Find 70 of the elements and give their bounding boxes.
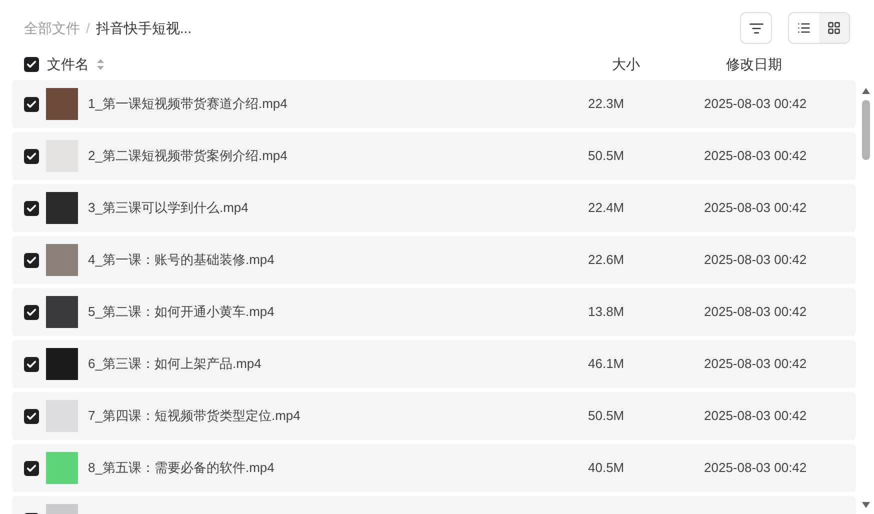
video-thumbnail (46, 296, 78, 328)
file-name: 6_第三课：如何上架产品.mp4 (88, 355, 262, 374)
modified-date: 2025-08-03 00:42 (704, 95, 807, 114)
file-size: 22.3M (588, 95, 626, 114)
file-row[interactable]: 4_第一课：账号的基础装修.mp4 22.6M 2025-08-03 00:42 (12, 236, 856, 284)
video-thumbnail (46, 452, 78, 484)
check-icon (26, 150, 37, 162)
file-size: 22.4M (588, 199, 626, 218)
checkbox[interactable] (24, 200, 39, 216)
column-header[interactable]: 文件名 (47, 54, 89, 74)
modified-date: 2025-08-03 00:42 (704, 303, 807, 322)
checkbox[interactable] (24, 56, 39, 72)
check-icon (26, 358, 37, 370)
file-row[interactable]: 7_第四课：短视频带货类型定位.mp4 50.5M 2025-08-03 00:42 (12, 392, 856, 440)
column-header: 修改日期 (725, 54, 782, 74)
modified-date: 2025-08-03 00:42 (704, 147, 807, 166)
modified-date: 2025-08-03 00:42 (704, 355, 807, 374)
checkbox[interactable] (24, 96, 39, 112)
file-size: 50.5M (588, 407, 626, 426)
check-icon (26, 306, 37, 318)
check-icon (26, 254, 37, 266)
video-thumbnail (46, 192, 78, 224)
file-name: 1_第一课短视频带货赛道介绍.mp4 (88, 95, 288, 114)
checkbox[interactable] (24, 252, 39, 268)
file-size: 13.8M (588, 303, 626, 322)
check-icon (26, 462, 37, 474)
video-thumbnail (46, 88, 78, 120)
file-name: 3_第三课可以学到什么.mp4 (88, 199, 250, 218)
video-thumbnail (46, 244, 78, 276)
file-size: 22.6M (588, 251, 626, 270)
checkbox[interactable] (24, 304, 39, 320)
file-name: 2_第二课短视频带货案例介绍.mp4 (88, 147, 288, 166)
file-row[interactable]: 1_第一课短视频带货赛道介绍.mp4 22.3M 2025-08-03 00:42 (12, 80, 856, 128)
check-icon (26, 410, 37, 422)
file-size: 46.1M (588, 355, 626, 374)
file-row[interactable]: 3_第三课可以学到什么.mp4 22.4M 2025-08-03 00:42 (12, 184, 856, 232)
scroll-down-icon[interactable] (862, 502, 870, 508)
grid-icon (827, 21, 841, 35)
video-thumbnail (46, 400, 78, 432)
file-name: 8_第五课：需要必备的软件.mp4 (88, 459, 276, 478)
file-size: 50.5M (588, 147, 626, 166)
checkbox[interactable] (24, 408, 39, 424)
modified-date: 2025-08-03 00:42 (704, 199, 807, 218)
file-name: 4_第一课：账号的基础装修.mp4 (88, 251, 276, 270)
checkbox[interactable] (24, 356, 39, 372)
modified-date: 2025-08-03 00:42 (704, 407, 807, 426)
file-row[interactable]: 5_第二课：如何开通小黄车.mp4 13.8M 2025-08-03 00:42 (12, 288, 856, 336)
column-header: 大小 (611, 54, 641, 74)
modified-date: 2025-08-03 00:42 (704, 459, 807, 478)
check-icon (26, 202, 37, 214)
list-icon (797, 21, 811, 35)
file-name: 7_第四课：短视频带货类型定位.mp4 (88, 407, 302, 426)
file-row[interactable]: 8_第五课：需要必备的软件.mp4 40.5M 2025-08-03 00:42 (12, 444, 856, 492)
sort-button[interactable] (740, 12, 772, 44)
scrollbar-thumb[interactable] (862, 100, 870, 160)
scroll-up-icon[interactable] (862, 88, 870, 94)
file-name: 5_第二课：如何开通小黄车.mp4 (88, 303, 276, 322)
checkbox[interactable] (24, 460, 39, 476)
check-icon (26, 58, 37, 70)
breadcrumb-current: 抖音快手短视... (96, 18, 192, 38)
sort-icon (748, 20, 764, 36)
file-row[interactable]: 2_第二课短视频带货案例介绍.mp4 50.5M 2025-08-03 00:42 (12, 132, 856, 180)
file-row[interactable]: 6_第三课：如何上架产品.mp4 46.1M 2025-08-03 00:42 (12, 340, 856, 388)
grid-view-button[interactable] (819, 13, 849, 43)
checkbox[interactable] (24, 148, 39, 164)
breadcrumb-separator: / (86, 18, 90, 38)
check-icon (26, 98, 37, 110)
video-thumbnail (46, 348, 78, 380)
modified-date: 2025-08-03 00:42 (704, 251, 807, 270)
file-size: 40.5M (588, 459, 626, 478)
